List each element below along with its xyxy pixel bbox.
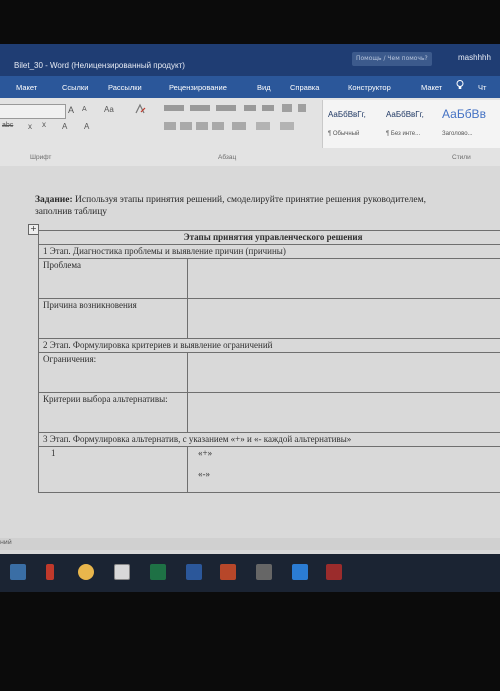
pinned-app-icon[interactable] [46, 564, 54, 580]
bullets-icon[interactable] [164, 105, 184, 111]
plus-mark: «+» [198, 448, 213, 458]
stage-1-row[interactable]: 1 Этап. Диагностика проблемы и выявление… [38, 244, 500, 259]
pilcrow-icon[interactable] [298, 104, 306, 112]
style-sample: АаБбВв [442, 107, 486, 121]
pinned-app-icon[interactable] [326, 564, 342, 580]
criteria-label[interactable]: Критерии выбора альтернативы: [38, 392, 188, 433]
style-sample: АаБбВвГг, [386, 110, 424, 119]
tab-table-layout[interactable]: Макет [421, 83, 442, 92]
word-icon[interactable] [186, 564, 202, 580]
style-name: ¶ Обычный [328, 131, 360, 137]
criteria-cell[interactable] [187, 392, 500, 433]
problem-cell[interactable] [187, 258, 500, 299]
status-bar: ний [0, 538, 500, 550]
group-label-paragraph: Абзац [218, 154, 237, 161]
lightbulb-icon[interactable] [456, 80, 464, 90]
table-row: Проблема [38, 258, 500, 299]
document-page[interactable]: Задание: Используя этапы принятия решени… [0, 166, 500, 556]
task-text: Используя этапы принятия решений, смодел… [72, 195, 427, 205]
cause-label[interactable]: Причина возникновения [38, 298, 188, 339]
tab-help[interactable]: Справка [290, 83, 319, 92]
limits-cell[interactable] [187, 352, 500, 393]
shrink-font-button[interactable]: A [82, 106, 87, 113]
tab-view[interactable]: Вид [257, 83, 271, 92]
table-row: 1 «+» «-» [38, 446, 500, 493]
limits-label[interactable]: Ограничения: [38, 352, 188, 393]
line-spacing-icon[interactable] [232, 122, 246, 130]
table-row: Этапы принятия управленческого решения [38, 230, 500, 245]
grow-font-button[interactable]: A [68, 105, 74, 115]
align-left-icon[interactable] [164, 122, 176, 130]
table-row: 3 Этап. Формулировка альтернатив, с указ… [38, 432, 500, 447]
title-bar: Bilet_30 - Word (Нелицензированный проду… [0, 44, 500, 76]
word-window: Bilet_30 - Word (Нелицензированный проду… [0, 44, 500, 592]
minus-mark: «-» [198, 469, 210, 479]
shading-icon[interactable] [256, 122, 270, 130]
tell-me-search[interactable]: Помощь / Чем помочь? [352, 52, 432, 66]
table-header[interactable]: Этапы принятия управленческого решения [38, 230, 500, 245]
strikethrough-button[interactable]: abc [2, 122, 13, 129]
cause-cell[interactable] [187, 298, 500, 339]
ribbon: A A Aa abc x x A A АаБбВвГг, ¶ Обычный А… [0, 98, 500, 167]
numbering-icon[interactable] [190, 105, 210, 111]
alternative-number[interactable]: 1 [38, 446, 188, 493]
start-icon[interactable] [10, 564, 26, 580]
task-paragraph: Задание: Используя этапы принятия решени… [35, 194, 500, 218]
group-label-font: Шрифт [30, 154, 52, 161]
chrome-icon[interactable] [78, 564, 94, 580]
style-heading-1[interactable]: АаБбВв Заголово... [439, 104, 495, 144]
style-sample: АаБбВвГг, [328, 110, 366, 119]
tab-layout[interactable]: Макет [16, 83, 37, 92]
powerpoint-icon[interactable] [220, 564, 236, 580]
tab-tell-me[interactable]: Чт [478, 83, 486, 92]
increase-indent-icon[interactable] [262, 105, 274, 111]
justify-icon[interactable] [212, 122, 224, 130]
change-case-button[interactable]: Aa [104, 105, 114, 114]
tab-table-design[interactable]: Конструктор [348, 83, 391, 92]
task-text-line2: заполнив таблицу [35, 207, 108, 217]
file-explorer-icon[interactable] [114, 564, 130, 580]
stage-2-row[interactable]: 2 Этап. Формулировка критериев и выявлен… [38, 338, 500, 353]
table-row: 1 Этап. Диагностика проблемы и выявление… [38, 244, 500, 259]
style-name: Заголово... [442, 131, 473, 137]
excel-icon[interactable] [150, 564, 166, 580]
borders-icon[interactable] [280, 122, 294, 130]
taskbar [0, 554, 500, 592]
alternative-cell[interactable]: «+» «-» [187, 446, 500, 493]
align-center-icon[interactable] [180, 122, 192, 130]
decrease-indent-icon[interactable] [244, 105, 256, 111]
tab-review[interactable]: Рецензирование [169, 83, 227, 92]
subscript-button[interactable]: x [28, 122, 32, 131]
highlight-button[interactable]: A [62, 122, 67, 131]
style-normal[interactable]: АаБбВвГг, ¶ Обычный [325, 104, 381, 144]
group-label-styles: Стили [452, 154, 471, 161]
problem-label[interactable]: Проблема [38, 258, 188, 299]
outlook-icon[interactable] [292, 564, 308, 580]
table-row: Критерии выбора альтернативы: [38, 392, 500, 433]
style-name: ¶ Без инте... [386, 131, 421, 137]
ribbon-tabs: Макет Ссылки Рассылки Рецензирование Вид… [0, 76, 500, 98]
tab-mailings[interactable]: Рассылки [108, 83, 142, 92]
superscript-button[interactable]: x [42, 120, 46, 129]
tab-references[interactable]: Ссылки [62, 83, 88, 92]
font-size-select[interactable] [0, 104, 66, 119]
style-no-spacing[interactable]: АаБбВвГг, ¶ Без инте... [383, 104, 439, 144]
alt-num: 1 [51, 448, 56, 458]
stage-3-row[interactable]: 3 Этап. Формулировка альтернатив, с указ… [38, 432, 500, 447]
sort-icon[interactable] [282, 104, 292, 112]
document-title: Bilet_30 - Word (Нелицензированный проду… [14, 61, 185, 70]
user-name[interactable]: mashhhh [458, 53, 491, 62]
table-row: Ограничения: [38, 352, 500, 393]
decision-table: Этапы принятия управленческого решения 1… [38, 230, 500, 493]
font-color-button[interactable]: A [84, 122, 89, 131]
clear-formatting-icon[interactable] [134, 103, 146, 115]
task-label: Задание: [35, 195, 73, 205]
table-row: 2 Этап. Формулировка критериев и выявлен… [38, 338, 500, 353]
table-row: Причина возникновения [38, 298, 500, 339]
status-text: ний [0, 539, 12, 546]
multilevel-list-icon[interactable] [216, 105, 236, 111]
align-right-icon[interactable] [196, 122, 208, 130]
calculator-icon[interactable] [256, 564, 272, 580]
styles-gallery: АаБбВвГг, ¶ Обычный АаБбВвГг, ¶ Без инте… [322, 100, 500, 148]
